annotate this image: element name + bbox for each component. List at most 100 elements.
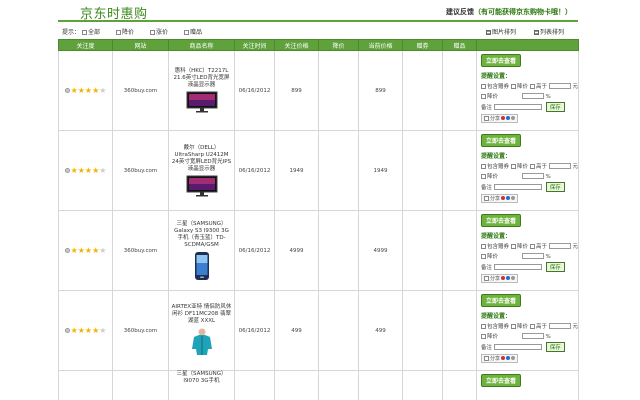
- qq-icon[interactable]: [506, 116, 511, 120]
- price-above-input[interactable]: [548, 243, 571, 249]
- checkbox[interactable]: [116, 30, 121, 35]
- rating-stars[interactable]: ★★★★★: [64, 326, 106, 335]
- site-cell[interactable]: 360buy.com: [112, 50, 169, 131]
- col-header[interactable]: 网站: [112, 39, 169, 51]
- filter-option-all[interactable]: 全部: [82, 27, 100, 36]
- feedback-link[interactable]: 建议反馈（有可能获得京东购物卡哦！）: [446, 7, 572, 17]
- product-name[interactable]: 三星（SAMSUNG）Galaxy S3 I9300 3G手机（青玉蓝）TD-S…: [172, 221, 232, 249]
- watch-price-cell: 499: [274, 290, 319, 371]
- col-header[interactable]: 商品名称: [168, 39, 235, 51]
- product-name[interactable]: 戴尔（DELL）UltraSharp U2412M 24英寸宽屏LED背光IPS…: [172, 145, 232, 173]
- qq-icon[interactable]: [506, 356, 511, 360]
- filter-option-drop[interactable]: 降价: [116, 27, 134, 36]
- settings-title: 提醒设置：: [481, 313, 512, 320]
- price-above-input[interactable]: [548, 83, 571, 89]
- rating-stars[interactable]: ★★★★★: [64, 166, 106, 175]
- checkbox[interactable]: [150, 30, 155, 35]
- qq-icon[interactable]: [506, 196, 511, 200]
- include-coupon-checkbox[interactable]: [481, 84, 486, 89]
- phone-thumbnail[interactable]: [192, 251, 212, 281]
- weibo-icon[interactable]: [501, 116, 506, 120]
- col-header[interactable]: 关注度: [58, 39, 113, 51]
- site-cell[interactable]: 360buy.com: [112, 290, 169, 371]
- product-name[interactable]: 惠科（HKC）T2217L 21.6英寸LED背光宽屏液晶显示器: [172, 68, 232, 89]
- include-coupon-checkbox[interactable]: [481, 244, 486, 249]
- more-share-icon[interactable]: [511, 356, 516, 360]
- more-share-icon[interactable]: [511, 116, 516, 120]
- remove-icon[interactable]: [64, 247, 70, 253]
- drop-percent-input[interactable]: [521, 173, 544, 179]
- price-rise-checkbox[interactable]: [530, 324, 536, 329]
- col-header[interactable]: 当前价格: [358, 39, 403, 51]
- remove-icon[interactable]: [64, 167, 70, 173]
- drop-by-checkbox[interactable]: [481, 254, 486, 259]
- remove-icon[interactable]: [64, 87, 70, 93]
- share-button[interactable]: 分享: [481, 194, 519, 203]
- save-button[interactable]: 保存: [545, 342, 565, 352]
- filter-option-rise[interactable]: 涨价: [150, 27, 168, 36]
- remark-label: 备注: [481, 185, 493, 191]
- drop-by-checkbox[interactable]: [481, 334, 486, 339]
- more-share-icon[interactable]: [511, 196, 516, 200]
- save-button[interactable]: 保存: [545, 102, 565, 112]
- save-button[interactable]: 保存: [545, 182, 565, 192]
- site-logo[interactable]: 京东时惠购: [80, 3, 148, 22]
- price-rise-checkbox[interactable]: [530, 244, 536, 249]
- remark-input[interactable]: [493, 184, 542, 190]
- drop-by-checkbox[interactable]: [481, 174, 486, 179]
- product-name[interactable]: 三星（SAMSUNG）I9070 3G手机: [172, 371, 232, 385]
- drop-percent-input[interactable]: [521, 253, 544, 259]
- col-header[interactable]: 赠券: [402, 39, 443, 51]
- more-share-icon[interactable]: [511, 276, 516, 280]
- share-button[interactable]: 分享: [481, 274, 519, 283]
- qq-icon[interactable]: [506, 276, 511, 280]
- go-view-button[interactable]: 立即去查看: [481, 374, 522, 387]
- drop-percent-input[interactable]: [521, 333, 544, 339]
- monitor-thumbnail[interactable]: [186, 175, 218, 197]
- price-rise-checkbox[interactable]: [530, 164, 536, 169]
- include-coupon-checkbox[interactable]: [481, 164, 486, 169]
- remark-input[interactable]: [493, 264, 542, 270]
- rating-stars[interactable]: ★★★★★: [64, 246, 106, 255]
- remark-input[interactable]: [493, 104, 542, 110]
- col-header[interactable]: 赠品: [442, 39, 477, 51]
- view-grid-button[interactable]: 图片排列: [486, 27, 516, 36]
- remove-icon[interactable]: [64, 327, 70, 333]
- go-view-button[interactable]: 立即去查看: [481, 134, 522, 147]
- weibo-icon[interactable]: [501, 196, 506, 200]
- col-header[interactable]: 关注价格: [274, 39, 319, 51]
- go-view-button[interactable]: 立即去查看: [481, 294, 522, 307]
- monitor-thumbnail[interactable]: [186, 91, 218, 113]
- col-header[interactable]: 降价: [318, 39, 359, 51]
- checkbox[interactable]: [82, 30, 87, 35]
- save-button[interactable]: 保存: [545, 262, 565, 272]
- jacket-thumbnail[interactable]: [189, 327, 215, 357]
- col-header[interactable]: 关注时间: [234, 39, 275, 51]
- price-drop-checkbox[interactable]: [511, 84, 517, 89]
- checkbox[interactable]: [184, 30, 189, 35]
- weibo-icon[interactable]: [501, 356, 506, 360]
- drop-percent-input[interactable]: [521, 93, 544, 99]
- remark-input[interactable]: [493, 344, 542, 350]
- go-view-button[interactable]: 立即去查看: [481, 214, 522, 227]
- site-cell[interactable]: 360buy.com: [112, 210, 169, 291]
- site-cell[interactable]: 360buy.com: [112, 130, 169, 211]
- rating-stars[interactable]: ★★★★★: [64, 86, 106, 95]
- price-above-input[interactable]: [548, 323, 571, 329]
- share-button[interactable]: 分享: [481, 354, 519, 363]
- drop-by-checkbox[interactable]: [481, 94, 486, 99]
- include-coupon-checkbox[interactable]: [481, 324, 486, 329]
- filter-option-gift[interactable]: 赠品: [184, 27, 202, 36]
- product-name[interactable]: AIRTEX亚特 情侣防风休闲衫 DF11MC208 翡翠湖蓝 XXXL: [172, 304, 232, 325]
- price-above-input[interactable]: [548, 163, 571, 169]
- feedback-label[interactable]: 建议反馈: [446, 8, 474, 16]
- price-drop-checkbox[interactable]: [511, 324, 517, 329]
- view-list-button[interactable]: 列表排列: [534, 27, 564, 36]
- price-rise-checkbox[interactable]: [530, 84, 536, 89]
- price-drop-checkbox[interactable]: [511, 244, 517, 249]
- weibo-icon[interactable]: [501, 276, 506, 280]
- share-button[interactable]: 分享: [481, 114, 519, 123]
- go-view-button[interactable]: 立即去查看: [481, 54, 522, 67]
- site-cell[interactable]: [112, 370, 169, 400]
- price-drop-checkbox[interactable]: [511, 164, 517, 169]
